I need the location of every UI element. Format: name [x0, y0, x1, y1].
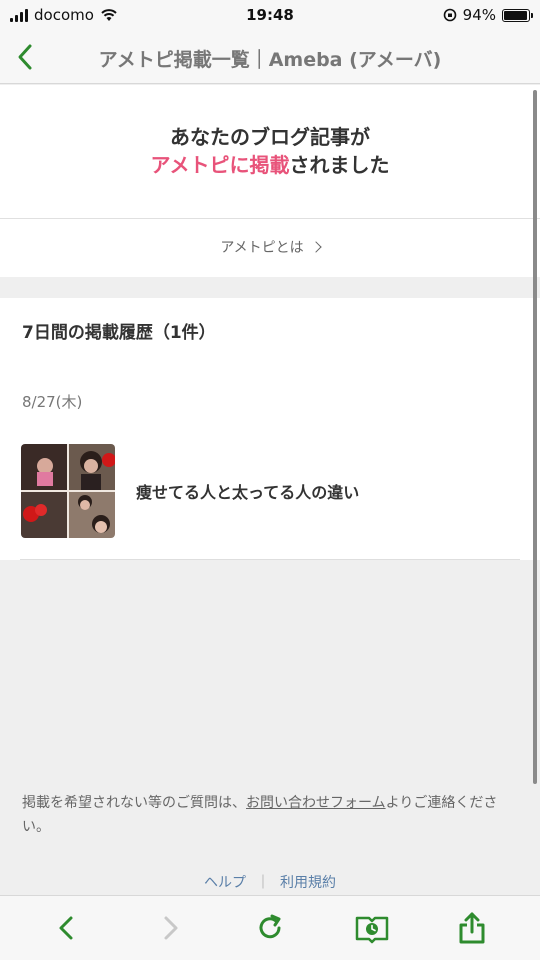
history-section: 7日間の掲載履歴（1件） 8/27(木) 痩せてる人と太ってる人の違い — [0, 298, 540, 560]
toolbar-reload-button[interactable] — [252, 910, 288, 946]
status-right: 94% — [443, 6, 533, 24]
footer-separator: ｜ — [256, 875, 270, 891]
main-content: あなたのブログ記事が アメトピに掲載されました アメトピとは 7日間の掲載履歴（… — [0, 85, 540, 895]
battery-fill — [504, 10, 527, 20]
help-link[interactable]: ヘルプ — [204, 875, 246, 891]
about-link-label: アメトピとは — [220, 240, 304, 256]
page-title: アメトピ掲載一覧｜Ameba (アメーバ) — [98, 49, 442, 71]
history-title: 7日間の掲載履歴（1件） — [22, 323, 216, 343]
orientation-lock-icon — [443, 8, 456, 22]
history-date: 8/27(木) — [22, 393, 83, 411]
scrollbar[interactable] — [533, 90, 537, 784]
status-bar: docomo 19:48 94% — [0, 0, 540, 30]
article-item[interactable]: 痩せてる人と太ってる人の違い — [21, 443, 520, 538]
toolbar-back-button[interactable] — [49, 910, 85, 946]
toolbar-share-button[interactable] — [454, 910, 490, 946]
share-icon — [459, 912, 485, 944]
book-clock-icon — [355, 916, 389, 944]
hero-line2-rest: されました — [289, 153, 390, 177]
toolbar-forward-button[interactable] — [152, 910, 188, 946]
chevron-right-icon — [164, 916, 178, 940]
terms-link[interactable]: 利用規約 — [280, 875, 336, 891]
hero-line2: アメトピに掲載されました — [0, 151, 540, 179]
footer-note-before: 掲載を希望されない等のご質問は、 — [22, 795, 246, 811]
footer-links: ヘルプ ｜ 利用規約 — [0, 872, 540, 892]
chevron-left-icon — [18, 44, 32, 70]
article-title: 痩せてる人と太ってる人の違い — [136, 482, 360, 502]
battery-percent: 94% — [462, 6, 496, 24]
chevron-left-icon — [59, 916, 73, 940]
article-thumbnail — [21, 443, 115, 538]
nav-back-button[interactable] — [12, 40, 42, 74]
contact-form-link[interactable]: お問い合わせフォーム — [246, 795, 386, 811]
divider — [20, 559, 520, 560]
about-ametopi-link[interactable]: アメトピとは — [0, 219, 540, 277]
nav-bar: アメトピ掲載一覧｜Ameba (アメーバ) — [0, 30, 540, 84]
reload-icon — [259, 914, 281, 939]
hero-highlight: アメトピに掲載 — [150, 153, 290, 177]
battery-icon — [502, 8, 533, 22]
bottom-toolbar — [0, 895, 540, 960]
chevron-right-icon — [309, 241, 322, 253]
hero-line1: あなたのブログ記事が — [170, 125, 370, 149]
thumbnail-image — [21, 443, 115, 538]
footer-note: 掲載を希望されない等のご質問は、お問い合わせフォームよりご連絡ください。 — [22, 791, 522, 839]
toolbar-history-button[interactable] — [354, 910, 390, 946]
hero-banner: あなたのブログ記事が アメトピに掲載されました — [0, 85, 540, 219]
